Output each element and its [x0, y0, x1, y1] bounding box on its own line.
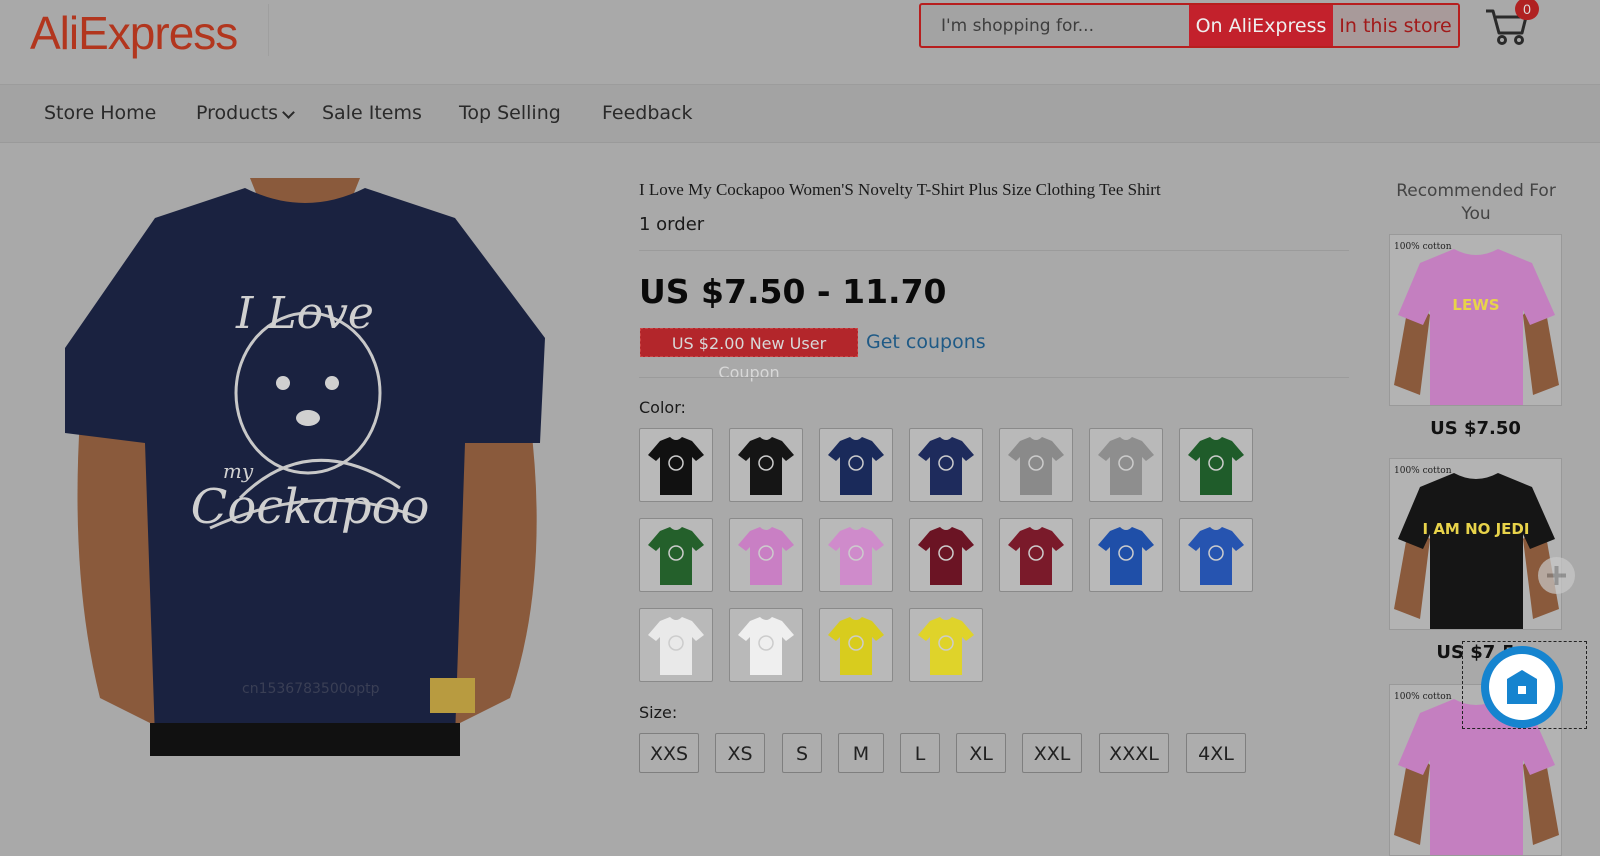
header-divider: [268, 4, 269, 56]
nav-sale-items[interactable]: Sale Items: [322, 102, 422, 124]
cotton-tag: 100% cotton: [1394, 242, 1452, 252]
nav-store-home[interactable]: Store Home: [44, 102, 156, 124]
recommended-product-card[interactable]: 100% cotton I AM NO JEDI: [1389, 458, 1562, 630]
color-swatch[interactable]: [1179, 518, 1253, 592]
image-watermark: cn1536783500optp: [242, 681, 380, 697]
tshirt-thumbnail: [918, 527, 974, 585]
tshirt-thumbnail: [1188, 437, 1244, 495]
size-option[interactable]: S: [782, 733, 822, 773]
tshirt-thumbnail: [828, 617, 884, 675]
color-swatch[interactable]: [1089, 428, 1163, 502]
plus-icon[interactable]: [1538, 557, 1575, 594]
color-swatch[interactable]: [639, 518, 713, 592]
tshirt-thumbnail: [648, 527, 704, 585]
search-in-store-button[interactable]: In this store: [1333, 5, 1458, 46]
nav-top-selling[interactable]: Top Selling: [459, 102, 561, 124]
cart-count-badge: 0: [1515, 0, 1539, 20]
nav-feedback[interactable]: Feedback: [602, 102, 692, 124]
size-option[interactable]: XXL: [1022, 733, 1082, 773]
nav-products[interactable]: Products: [196, 102, 295, 124]
search-on-aliexpress-button[interactable]: On AliExpress: [1189, 5, 1333, 46]
color-swatch[interactable]: [1179, 428, 1253, 502]
search-bar: On AliExpress In this store: [919, 3, 1460, 48]
color-swatch[interactable]: [639, 608, 713, 682]
recommended-product-image: 100% cotton I AM NO JEDI: [1394, 466, 1559, 629]
tshirt-thumbnail: [648, 617, 704, 675]
size-option[interactable]: XXXL: [1099, 733, 1169, 773]
color-swatch[interactable]: [729, 518, 803, 592]
get-coupons-link[interactable]: Get coupons: [866, 331, 986, 353]
color-swatch[interactable]: [639, 428, 713, 502]
color-swatch[interactable]: [909, 518, 983, 592]
color-swatch[interactable]: [819, 518, 893, 592]
tshirt-thumbnail: [1188, 527, 1244, 585]
size-option[interactable]: XXS: [639, 733, 699, 773]
divider: [639, 250, 1349, 251]
tshirt-thumbnail: [1098, 437, 1154, 495]
new-user-coupon-badge: US $2.00 New User Coupon: [640, 328, 858, 382]
header: AliExpress On AliExpress In this store 0: [0, 0, 1600, 85]
size-option[interactable]: 4XL: [1186, 733, 1246, 773]
aliexpress-logo[interactable]: AliExpress: [30, 6, 238, 60]
tshirt-thumbnail: [1098, 527, 1154, 585]
color-swatch[interactable]: [909, 428, 983, 502]
print-text-cockapoo: Cockapoo: [191, 479, 430, 535]
recommended-price: US $7.50: [1430, 418, 1521, 439]
cotton-tag: 100% cotton: [1394, 466, 1452, 476]
size-option[interactable]: L: [900, 733, 940, 773]
nav-products-label: Products: [196, 102, 279, 124]
product-title: I Love My Cockapoo Women'S Novelty T-Shi…: [639, 180, 1161, 199]
chevron-down-icon: [282, 106, 295, 119]
size-option[interactable]: XS: [715, 733, 765, 773]
product-main-image[interactable]: I Love my Cockapoo cn1536783500optp: [60, 178, 550, 756]
color-label: Color:: [639, 398, 686, 417]
search-input[interactable]: [921, 5, 1189, 46]
color-swatch[interactable]: [999, 518, 1073, 592]
store-icon[interactable]: [1481, 646, 1563, 728]
tshirt-thumbnail: [738, 437, 794, 495]
price-range: US $7.50 - 11.70: [639, 272, 947, 311]
color-swatch[interactable]: [909, 608, 983, 682]
color-swatch[interactable]: [819, 428, 893, 502]
store-nav: Store Home Products Sale Items Top Selli…: [0, 85, 1600, 143]
color-swatch[interactable]: [729, 608, 803, 682]
divider: [639, 377, 1349, 378]
tshirt-thumbnail: [738, 527, 794, 585]
recommended-title: Recommended For You: [1396, 181, 1556, 224]
size-option[interactable]: XL: [956, 733, 1006, 773]
tshirt-thumbnail: [648, 437, 704, 495]
shirt-print-text: LEWS: [1452, 296, 1499, 314]
cotton-tag: 100% cotton: [1394, 692, 1452, 702]
tshirt-thumbnail: [738, 617, 794, 675]
color-swatch[interactable]: [1089, 518, 1163, 592]
recommended-product-card[interactable]: 100% cotton LEWS: [1389, 234, 1562, 406]
print-text-i-love: I Love: [235, 288, 374, 339]
tshirt-thumbnail: [1008, 437, 1064, 495]
size-label: Size:: [639, 703, 678, 722]
tshirt-thumbnail: [1008, 527, 1064, 585]
recommended-product-image: 100% cotton LEWS: [1394, 242, 1559, 405]
tshirt-thumbnail: [828, 437, 884, 495]
order-count: 1 order: [639, 214, 705, 235]
shirt-print-text: I AM NO JEDI: [1423, 520, 1530, 538]
color-swatch[interactable]: [999, 428, 1073, 502]
tshirt-thumbnail: [918, 437, 974, 495]
color-swatch[interactable]: [729, 428, 803, 502]
tshirt-thumbnail: [918, 617, 974, 675]
size-option[interactable]: M: [838, 733, 884, 773]
tshirt-thumbnail: [828, 527, 884, 585]
color-swatch[interactable]: [819, 608, 893, 682]
